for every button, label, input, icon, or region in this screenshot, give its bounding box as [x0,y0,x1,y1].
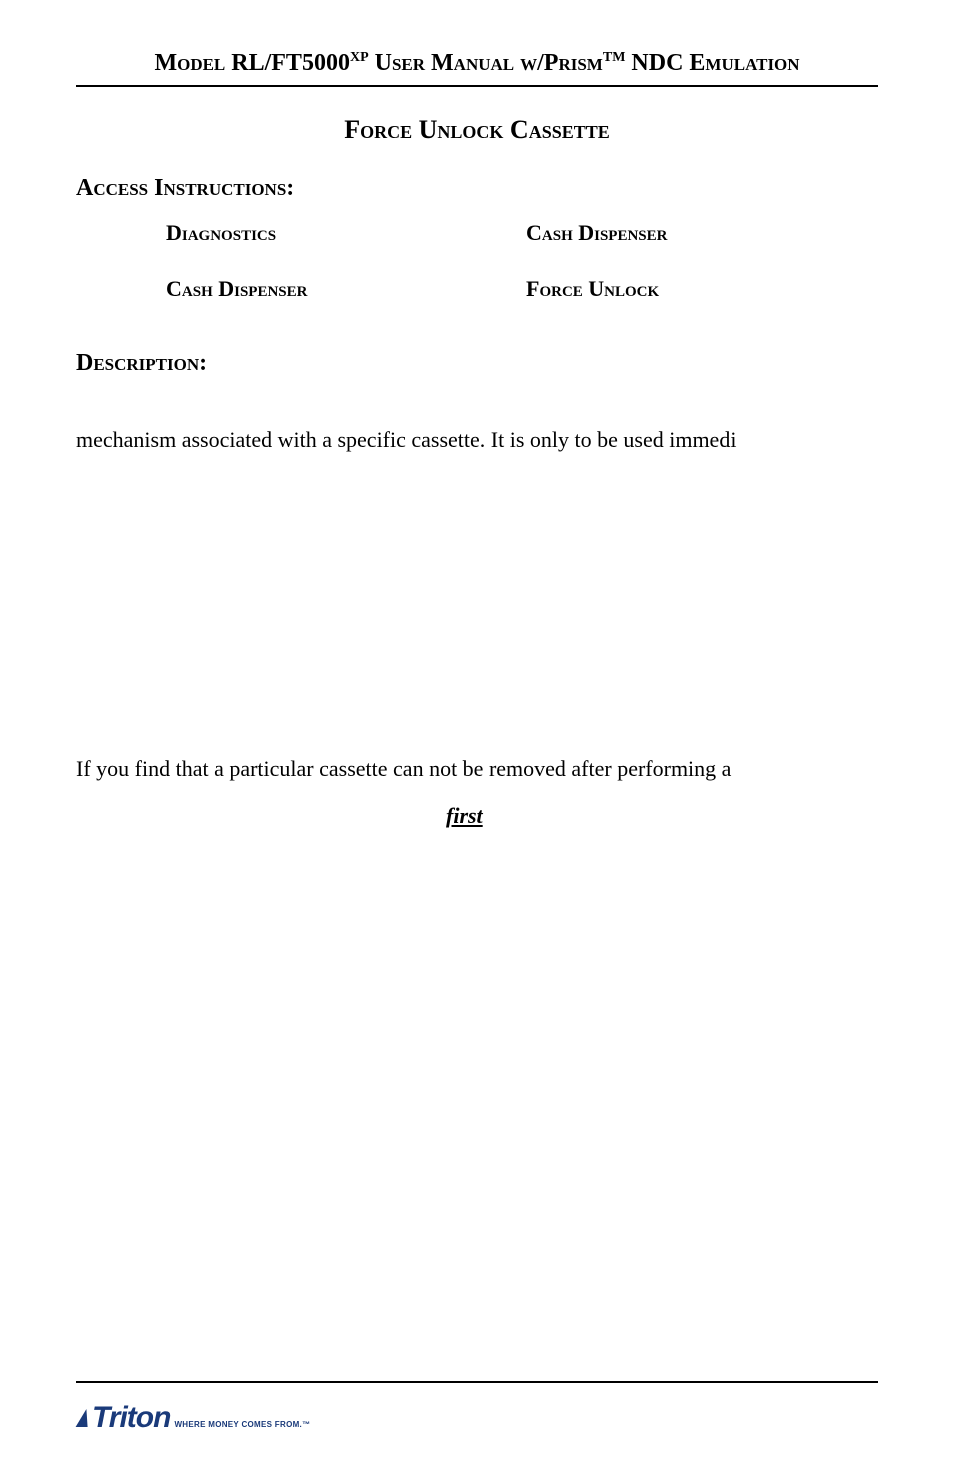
instruction-cash-dispenser-1: Cash Dispenser [486,220,806,246]
header-title-part3: NDC Emulation [625,50,799,76]
footer-area: Triton WHERE MONEY COMES FROM.™ [76,1381,878,1435]
header-title-sup1: XP [350,50,369,65]
header-title-sup2: TM [603,50,626,65]
triton-logo-tagline: WHERE MONEY COMES FROM.™ [174,1420,310,1429]
description-para2-line1: If you find that a particular cassette c… [76,754,878,785]
header-title-part1: Model RL/FT5000 [154,50,350,76]
triton-logo-text: Triton [92,1401,170,1435]
footer-rule [76,1381,878,1383]
description-para1: mechanism associated with a specific cas… [76,425,878,456]
instruction-row-1: Diagnostics Cash Dispenser [76,220,878,246]
triton-logo: Triton WHERE MONEY COMES FROM.™ [76,1401,878,1435]
description-para2-container: If you find that a particular cassette c… [76,754,878,829]
instruction-diagnostics: Diagnostics [166,220,486,246]
header-rule [76,85,878,87]
instruction-force-unlock: Force Unlock [486,276,806,302]
access-instructions-heading: Access Instructions: [76,175,878,202]
header-title-part2: User Manual w/Prism [369,50,603,76]
section-title: Force Unlock Cassette [76,115,878,145]
description-heading: Description: [76,350,878,377]
instruction-row-2: Cash Dispenser Force Unlock [76,276,878,302]
header-title: Model RL/FT5000XP User Manual w/PrismTM … [76,50,878,77]
triton-logo-icon [76,1409,93,1427]
instruction-cash-dispenser-2: Cash Dispenser [166,276,486,302]
page-container: Model RL/FT5000XP User Manual w/PrismTM … [0,0,954,1475]
description-para2-emphasis: first [446,803,483,829]
